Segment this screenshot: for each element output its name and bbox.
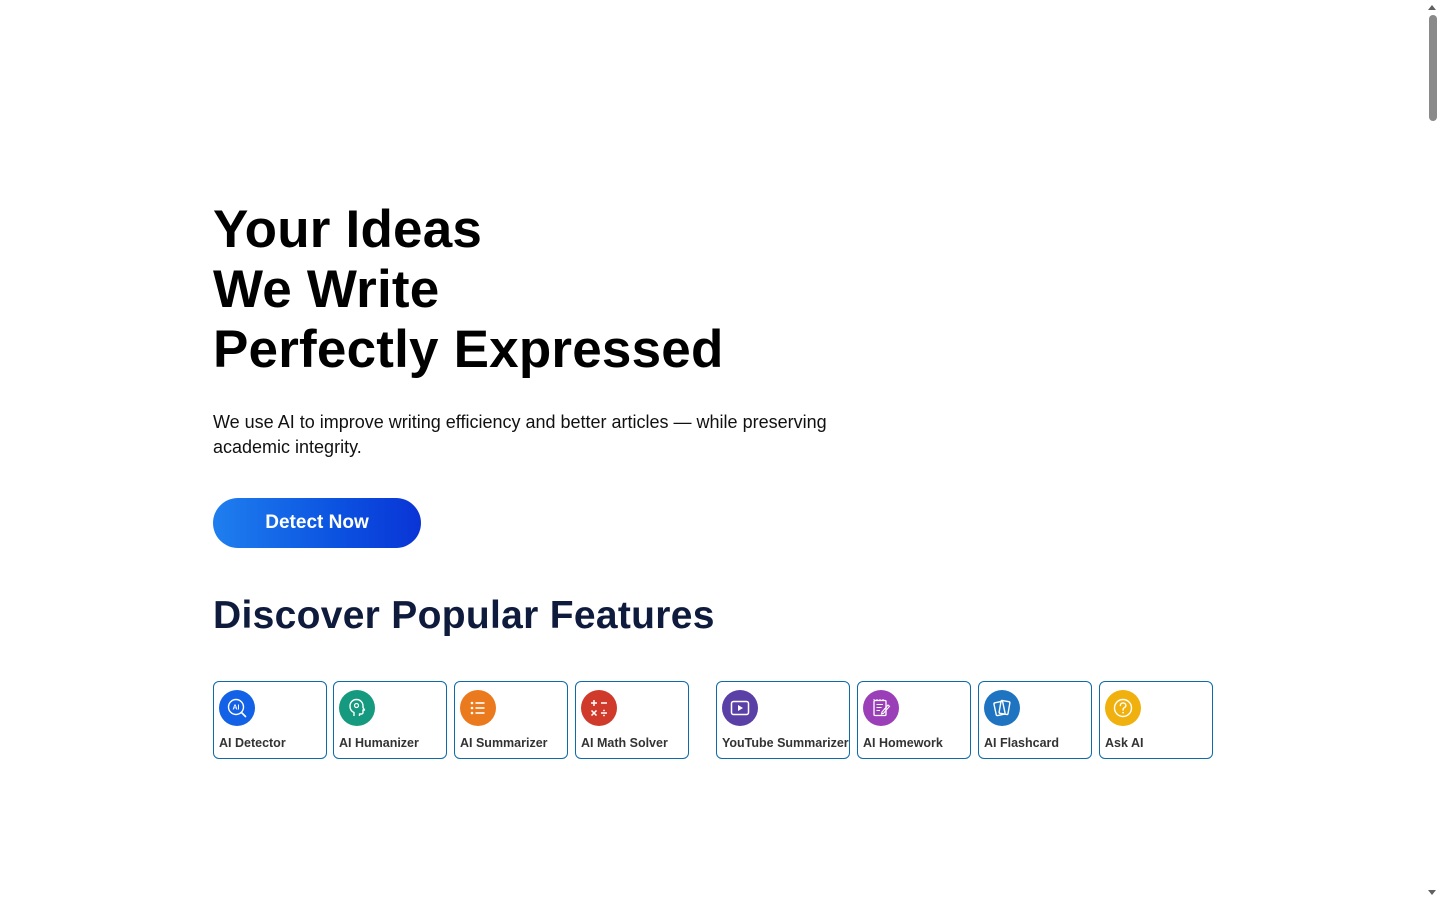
feature-card-ai-humanizer[interactable]: AI Humanizer: [333, 681, 447, 759]
feature-card-ai-flashcard[interactable]: AI Flashcard: [978, 681, 1092, 759]
question-icon: [1105, 690, 1141, 726]
page: Your Ideas We Write Perfectly Expressed …: [0, 0, 1440, 900]
scroll-thumb[interactable]: [1429, 15, 1437, 121]
video-play-icon: [722, 690, 758, 726]
features-title: Discover Popular Features: [213, 594, 715, 637]
vertical-scrollbar[interactable]: [1425, 0, 1440, 900]
list-icon: [460, 690, 496, 726]
feature-label: AI Homework: [863, 736, 943, 750]
feature-card-youtube-summarizer[interactable]: YouTube Summarizer: [716, 681, 850, 759]
math-symbols-icon: [581, 690, 617, 726]
feature-card-ask-ai[interactable]: Ask AI: [1099, 681, 1213, 759]
detect-now-button[interactable]: Detect Now: [213, 498, 421, 548]
feature-card-ai-summarizer[interactable]: AI Summarizer: [454, 681, 568, 759]
flashcards-icon: [984, 690, 1020, 726]
hero-subtitle: We use AI to improve writing efficiency …: [213, 412, 827, 457]
hero-title-line-2: We Write: [213, 260, 440, 319]
feature-card-ai-homework[interactable]: AI Homework: [857, 681, 971, 759]
scroll-down-arrow-icon[interactable]: [1428, 890, 1436, 895]
ai-detector-icon: AI: [219, 690, 255, 726]
feature-label: YouTube Summarizer: [722, 736, 849, 750]
notebook-pen-icon: [863, 690, 899, 726]
feature-label: Ask AI: [1105, 736, 1144, 750]
feature-card-ai-math-solver[interactable]: AI Math Solver: [575, 681, 689, 759]
feature-label: AI Humanizer: [339, 736, 419, 750]
hero-title-line-1: Your Ideas: [213, 200, 483, 259]
hero-title: Your Ideas We Write Perfectly Expressed: [213, 200, 913, 380]
humanizer-head-icon: [339, 690, 375, 726]
feature-card-ai-detector[interactable]: AI AI Detector: [213, 681, 327, 759]
scroll-up-arrow-icon[interactable]: [1428, 5, 1436, 10]
feature-label: AI Flashcard: [984, 736, 1060, 750]
feature-label: AI Math Solver: [581, 736, 668, 750]
hero-title-line-3: Perfectly Expressed: [213, 320, 724, 379]
hero-section: Your Ideas We Write Perfectly Expressed …: [213, 200, 913, 548]
svg-text:AI: AI: [233, 705, 240, 712]
feature-label: AI Detector: [219, 736, 286, 750]
feature-label: AI Summarizer: [460, 736, 548, 750]
